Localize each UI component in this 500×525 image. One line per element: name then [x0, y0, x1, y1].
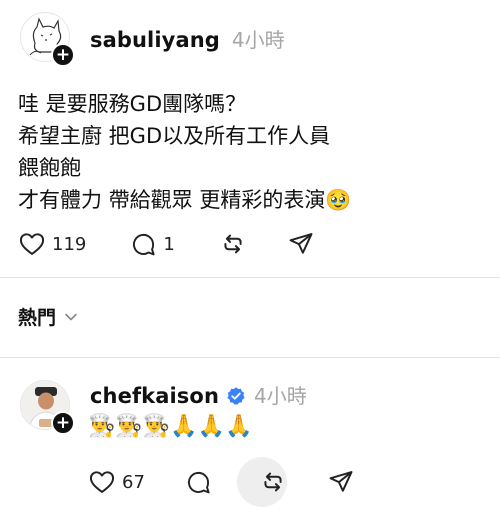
post-actions: 67 [88, 468, 355, 496]
like-count: 67 [122, 471, 145, 493]
sort-dropdown[interactable]: 熱門 [18, 303, 78, 330]
post-line: 哇 是要服務GD團隊嗎？ [18, 92, 247, 116]
username[interactable]: chefkaison [90, 384, 219, 408]
verified-badge-icon [227, 387, 245, 405]
repost-icon [264, 472, 282, 492]
post-header: sabuliyang 4小時 [90, 24, 285, 53]
reply-count: 1 [163, 233, 175, 255]
avatar[interactable]: + [20, 380, 75, 435]
post-body: 👨‍🍳👨‍🍳👨‍🍳🙏🙏🙏 [88, 413, 252, 441]
like-button[interactable]: 119 [18, 230, 86, 258]
heart-icon [19, 233, 45, 255]
avatar[interactable]: + [20, 12, 75, 67]
divider [0, 277, 500, 278]
reply-button[interactable]: 1 [130, 231, 175, 258]
heart-icon [89, 471, 115, 493]
post-actions: 119 1 [18, 230, 315, 258]
comment-icon [133, 233, 155, 255]
follow-plus-icon[interactable]: + [51, 411, 75, 435]
share-icon [329, 471, 353, 492]
chevron-down-icon [65, 313, 77, 320]
repost-button[interactable] [259, 468, 287, 496]
emoji-text: 👨‍🍳👨‍🍳👨‍🍳🙏🙏🙏 [88, 414, 253, 439]
share-button[interactable] [287, 230, 315, 258]
post-sabuliyang: + sabuliyang 4小時 哇 是要服務GD團隊嗎？ 希望主廚 把GD以及… [0, 0, 500, 280]
comment-icon [187, 471, 210, 493]
reply-button[interactable] [185, 469, 212, 496]
post-line: 餵飽飽 [18, 156, 81, 180]
post-body: 哇 是要服務GD團隊嗎？ 希望主廚 把GD以及所有工作人員 餵飽飽 才有體力 帶… [18, 88, 352, 216]
like-count: 119 [52, 233, 87, 255]
post-header: chefkaison 4小時 [90, 380, 307, 409]
like-button[interactable]: 67 [88, 468, 145, 496]
sort-label: 熱門 [18, 307, 57, 329]
username[interactable]: sabuliyang [90, 28, 220, 52]
post-line: 才有體力 帶給觀眾 更精彩的表演🥹 [18, 188, 352, 212]
post-chefkaison: + chefkaison 4小時 👨‍🍳👨‍🍳👨‍🍳🙏🙏🙏 67 [0, 358, 500, 525]
share-icon [289, 233, 313, 254]
timestamp: 4小時 [254, 384, 307, 408]
repost-icon [224, 234, 242, 254]
repost-button[interactable] [219, 230, 247, 258]
share-button[interactable] [327, 468, 355, 496]
post-line: 希望主廚 把GD以及所有工作人員 [18, 124, 331, 148]
timestamp: 4小時 [231, 28, 285, 52]
follow-plus-icon[interactable]: + [51, 43, 75, 67]
